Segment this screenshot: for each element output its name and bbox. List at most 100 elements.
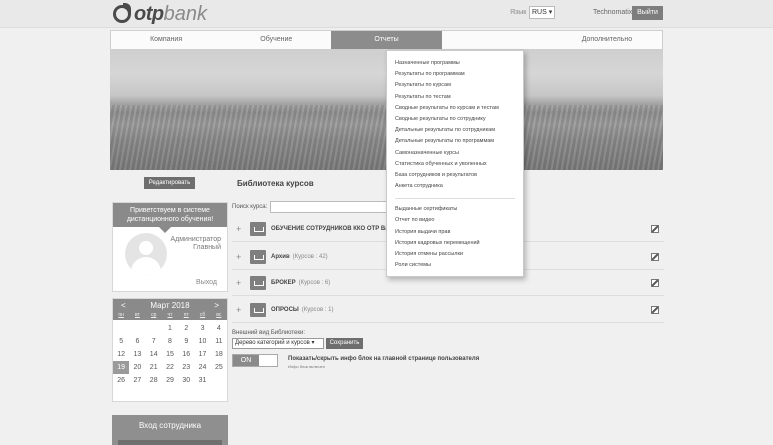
calendar-day[interactable]: 20 <box>129 361 145 374</box>
calendar-month-title: Март 2018 <box>150 300 190 310</box>
weekday-label: пт <box>183 312 189 318</box>
menu-item[interactable]: Детальные результаты по программам <box>395 138 494 144</box>
edit-pencil-icon[interactable] <box>651 306 659 314</box>
library-view-label: Внешний вид Библиотеки: <box>232 330 306 336</box>
logout-button[interactable]: Выйти <box>632 6 663 20</box>
calendar-day[interactable]: 5 <box>113 335 129 348</box>
menu-item[interactable]: Детальные результаты по сотрудникам <box>395 127 495 133</box>
calendar-header: < Март 2018 > <box>113 299 227 311</box>
welcome-title: Приветствуем в системе дистанционного об… <box>113 203 227 233</box>
menu-item[interactable]: Статистика обученных и уволенных <box>395 161 487 167</box>
edit-pencil-icon[interactable] <box>651 279 659 287</box>
tab-company[interactable]: Компания <box>111 31 221 49</box>
expand-plus-icon[interactable]: + <box>236 305 248 315</box>
calendar-day[interactable]: 1 <box>162 322 178 335</box>
calendar-day[interactable]: 18 <box>211 348 227 361</box>
reports-dropdown-menu: Назначенные программы Результаты по прог… <box>386 50 524 277</box>
library-title: Библиотека курсов <box>237 179 314 188</box>
toggle-caption: Показать/скрыть инфо блок на главной стр… <box>288 356 480 362</box>
menu-item[interactable]: Результаты по программам <box>395 71 465 77</box>
calendar-day[interactable]: 8 <box>162 335 178 348</box>
calendar-day[interactable]: 4 <box>211 322 227 335</box>
menu-item[interactable]: Выданные сертификаты <box>395 206 457 212</box>
calendar-day[interactable]: 22 <box>162 361 178 374</box>
course-name[interactable]: Архив <box>271 254 290 260</box>
calendar-day[interactable]: 2 <box>178 322 194 335</box>
tab-additional[interactable]: Дополнительно <box>552 31 662 49</box>
calendar-day[interactable]: 10 <box>194 335 210 348</box>
exit-link[interactable]: Выход <box>196 279 217 286</box>
staff-login-field[interactable] <box>118 440 222 445</box>
menu-item[interactable]: Результаты по тестам <box>395 94 451 100</box>
expand-plus-icon[interactable]: + <box>236 252 248 262</box>
calendar-day[interactable]: 13 <box>129 348 145 361</box>
save-button[interactable]: Сохранить <box>326 338 363 349</box>
menu-item[interactable]: Отчет по видео <box>395 217 434 223</box>
calendar-day[interactable]: 19 <box>113 361 130 374</box>
calendar-day[interactable]: 21 <box>146 361 162 374</box>
menu-item[interactable]: База сотрудников и результатов <box>395 172 477 178</box>
top-bar: otp bank Язык RUS ▾ Technomatix Выйти <box>0 0 773 28</box>
calendar-day[interactable]: 7 <box>146 335 162 348</box>
menu-item[interactable]: История отмены рассылки <box>395 251 463 257</box>
otp-bank-logo[interactable]: otp bank <box>113 3 207 25</box>
folder-icon <box>250 303 266 317</box>
library-view-select[interactable]: Дерево категорий и курсов ▾ <box>232 338 324 349</box>
expand-plus-icon[interactable]: + <box>236 224 248 234</box>
menu-item[interactable]: Анкета сотрудника <box>395 183 443 189</box>
calendar-day[interactable]: 27 <box>129 374 145 387</box>
calendar-day[interactable]: 6 <box>129 335 145 348</box>
course-name[interactable]: БРОКЕР <box>271 280 296 286</box>
calendar-day[interactable]: 24 <box>194 361 210 374</box>
avatar <box>125 233 167 275</box>
language-select[interactable]: RUS ▾ <box>529 6 555 19</box>
role-main: Главный <box>193 244 221 251</box>
edit-pencil-icon[interactable] <box>651 225 659 233</box>
calendar-days: 1 2 3 4 5 6 7 8 9 10 11 12 13 14 15 16 17 18 19 20 21 22 23 24 2… <box>113 320 227 387</box>
tab-training[interactable]: Обучение <box>221 31 331 49</box>
tab-reports[interactable]: Отчеты <box>331 31 442 49</box>
course-search-input[interactable] <box>270 201 390 213</box>
calendar-day[interactable]: 31 <box>194 374 210 387</box>
menu-item[interactable]: История кадровых перемещений <box>395 240 480 246</box>
expand-plus-icon[interactable]: + <box>236 278 248 288</box>
course-row[interactable]: + ОПРОСЫ (Курсов : 1) <box>232 298 664 323</box>
calendar-day[interactable]: 30 <box>178 374 194 387</box>
logo-otp-text: otp <box>134 2 164 25</box>
menu-item[interactable]: Самоназначенные курсы <box>395 150 459 156</box>
calendar-day[interactable]: 3 <box>194 322 210 335</box>
calendar-day[interactable]: 28 <box>146 374 162 387</box>
calendar-day[interactable]: 23 <box>178 361 194 374</box>
calendar-day[interactable]: 16 <box>178 348 194 361</box>
folder-icon <box>250 222 266 236</box>
menu-item[interactable]: История выдачи прав <box>395 229 450 235</box>
tab-hidden[interactable] <box>442 31 552 49</box>
edit-pencil-icon[interactable] <box>651 253 659 261</box>
calendar-day[interactable]: 29 <box>162 374 178 387</box>
calendar-day[interactable]: 11 <box>211 335 227 348</box>
calendar-day[interactable]: 14 <box>146 348 162 361</box>
menu-item[interactable]: Роли системы <box>395 262 431 268</box>
calendar-day[interactable]: 25 <box>211 361 227 374</box>
course-count: (Курсов : 42) <box>292 254 328 260</box>
calendar-day[interactable]: 9 <box>178 335 194 348</box>
menu-item[interactable]: Сводные результаты по сотруднику <box>395 116 486 122</box>
calendar-day[interactable]: 12 <box>113 348 129 361</box>
calendar-prev-button[interactable]: < <box>121 301 126 310</box>
calendar-day[interactable]: 15 <box>162 348 178 361</box>
info-block-toggle[interactable]: ON <box>232 354 278 367</box>
weekday-label: вс <box>216 312 222 318</box>
menu-item[interactable]: Назначенные программы <box>395 60 460 66</box>
edit-button[interactable]: Редактировать <box>144 177 195 189</box>
menu-item[interactable]: Результаты по курсам <box>395 82 451 88</box>
calendar-day[interactable]: 17 <box>194 348 210 361</box>
weekday-label: вт <box>135 312 140 318</box>
calendar-day[interactable]: 26 <box>113 374 129 387</box>
menu-item[interactable]: Сводные результаты по курсам и тестам <box>395 105 499 111</box>
avatar-body-icon <box>131 257 161 275</box>
calendar-next-button[interactable]: > <box>214 301 219 310</box>
user-name-link[interactable]: Technomatix <box>593 9 632 16</box>
course-name[interactable]: ОПРОСЫ <box>271 307 299 313</box>
calendar: < Март 2018 > пн вт ср чт пт сб вс 12345… <box>112 298 228 402</box>
course-name[interactable]: ОБУЧЕНИЕ СОТРУДНИКОВ ККО ОТР Ва <box>271 226 389 232</box>
